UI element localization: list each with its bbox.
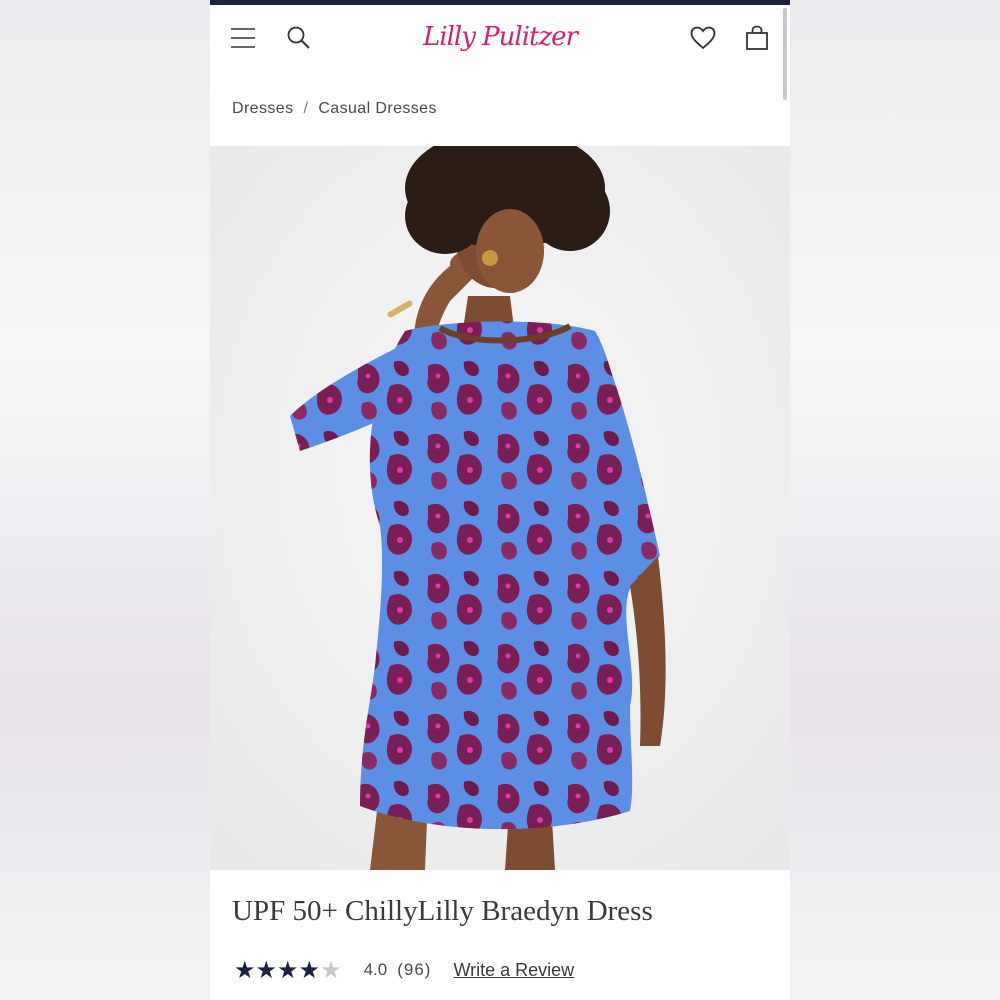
write-review-link[interactable]: Write a Review xyxy=(453,960,574,981)
site-header: Lilly Pulitzer xyxy=(210,5,790,71)
star-filled-icon: ★ xyxy=(298,956,321,984)
star-empty-icon: ★ xyxy=(320,956,342,984)
star-filled-icon: ★ xyxy=(277,956,299,984)
brand-logo[interactable]: Lilly Pulitzer xyxy=(410,15,590,59)
product-image[interactable] xyxy=(210,146,790,870)
rating-row: ★ ★ ★ ★ ★ 4.0 (96) Write a Review xyxy=(234,956,574,984)
review-count: (96) xyxy=(397,960,432,979)
breadcrumb-dresses[interactable]: Dresses xyxy=(232,100,293,117)
star-filled-icon: ★ xyxy=(255,956,278,984)
brand-logo-text: Lilly Pulitzer xyxy=(423,22,578,52)
menu-icon[interactable] xyxy=(228,23,258,53)
heart-icon[interactable] xyxy=(688,23,718,53)
shopping-bag-icon[interactable] xyxy=(742,23,772,53)
background-left-blur xyxy=(0,0,210,1000)
mobile-page: Lilly Pulitzer Dresses / Casual Dresses xyxy=(210,0,790,1000)
star-rating: ★ ★ ★ ★ ★ xyxy=(234,956,342,984)
product-title: UPF 50+ ChillyLilly Braedyn Dress xyxy=(232,895,653,927)
breadcrumb-casual-dresses[interactable]: Casual Dresses xyxy=(318,100,437,117)
star-filled-icon: ★ xyxy=(234,956,256,984)
rating-value: 4.0 xyxy=(363,960,388,979)
breadcrumb-separator: / xyxy=(303,100,309,117)
background-right-blur xyxy=(790,0,1000,1000)
search-icon[interactable] xyxy=(284,23,314,53)
model-in-dress-illustration xyxy=(210,146,790,870)
breadcrumb: Dresses / Casual Dresses xyxy=(232,100,437,118)
